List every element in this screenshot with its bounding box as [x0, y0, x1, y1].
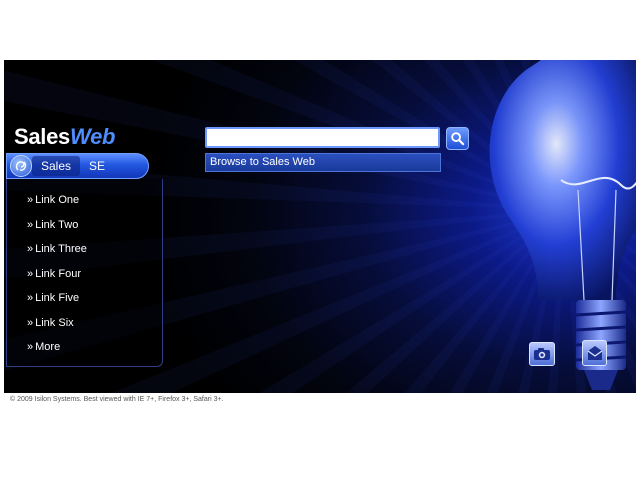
logo-word-sales: Sales — [14, 124, 70, 149]
tab-se[interactable]: SE — [80, 156, 114, 176]
camera-button[interactable] — [529, 342, 555, 366]
mail-button[interactable] — [582, 340, 607, 366]
nav-link-four[interactable]: » Link Four — [27, 267, 162, 292]
app-logo: SalesWeb — [14, 124, 115, 150]
nav-link-more[interactable]: » More — [27, 340, 162, 365]
nav-link-two[interactable]: » Link Two — [27, 218, 162, 243]
browse-sales-web-link[interactable]: Browse to Sales Web — [205, 153, 441, 172]
hero-stage: SalesWeb Sales SE » Link One » Link Two » L… — [4, 60, 636, 393]
link-panel: » Link One » Link Two » Link Three » Link Fo… — [6, 179, 163, 367]
nav-link-five[interactable]: » Link Five — [27, 291, 162, 316]
tab-strip: Sales SE — [6, 153, 149, 179]
swirl-logo-icon — [10, 155, 32, 177]
nav-link-six[interactable]: » Link Six — [27, 316, 162, 341]
nav-link-one[interactable]: » Link One — [27, 193, 162, 218]
camera-icon — [534, 348, 550, 360]
footer-text: © 2009 Isilon Systems. Best viewed with … — [10, 396, 224, 403]
search-icon — [451, 132, 465, 146]
logo-word-web: Web — [70, 124, 116, 149]
tab-sales[interactable]: Sales — [32, 156, 81, 176]
mail-icon — [587, 346, 602, 360]
search-input[interactable] — [205, 127, 440, 148]
nav-link-three[interactable]: » Link Three — [27, 242, 162, 267]
link-list: » Link One » Link Two » Link Three » Link Fo… — [7, 179, 162, 365]
